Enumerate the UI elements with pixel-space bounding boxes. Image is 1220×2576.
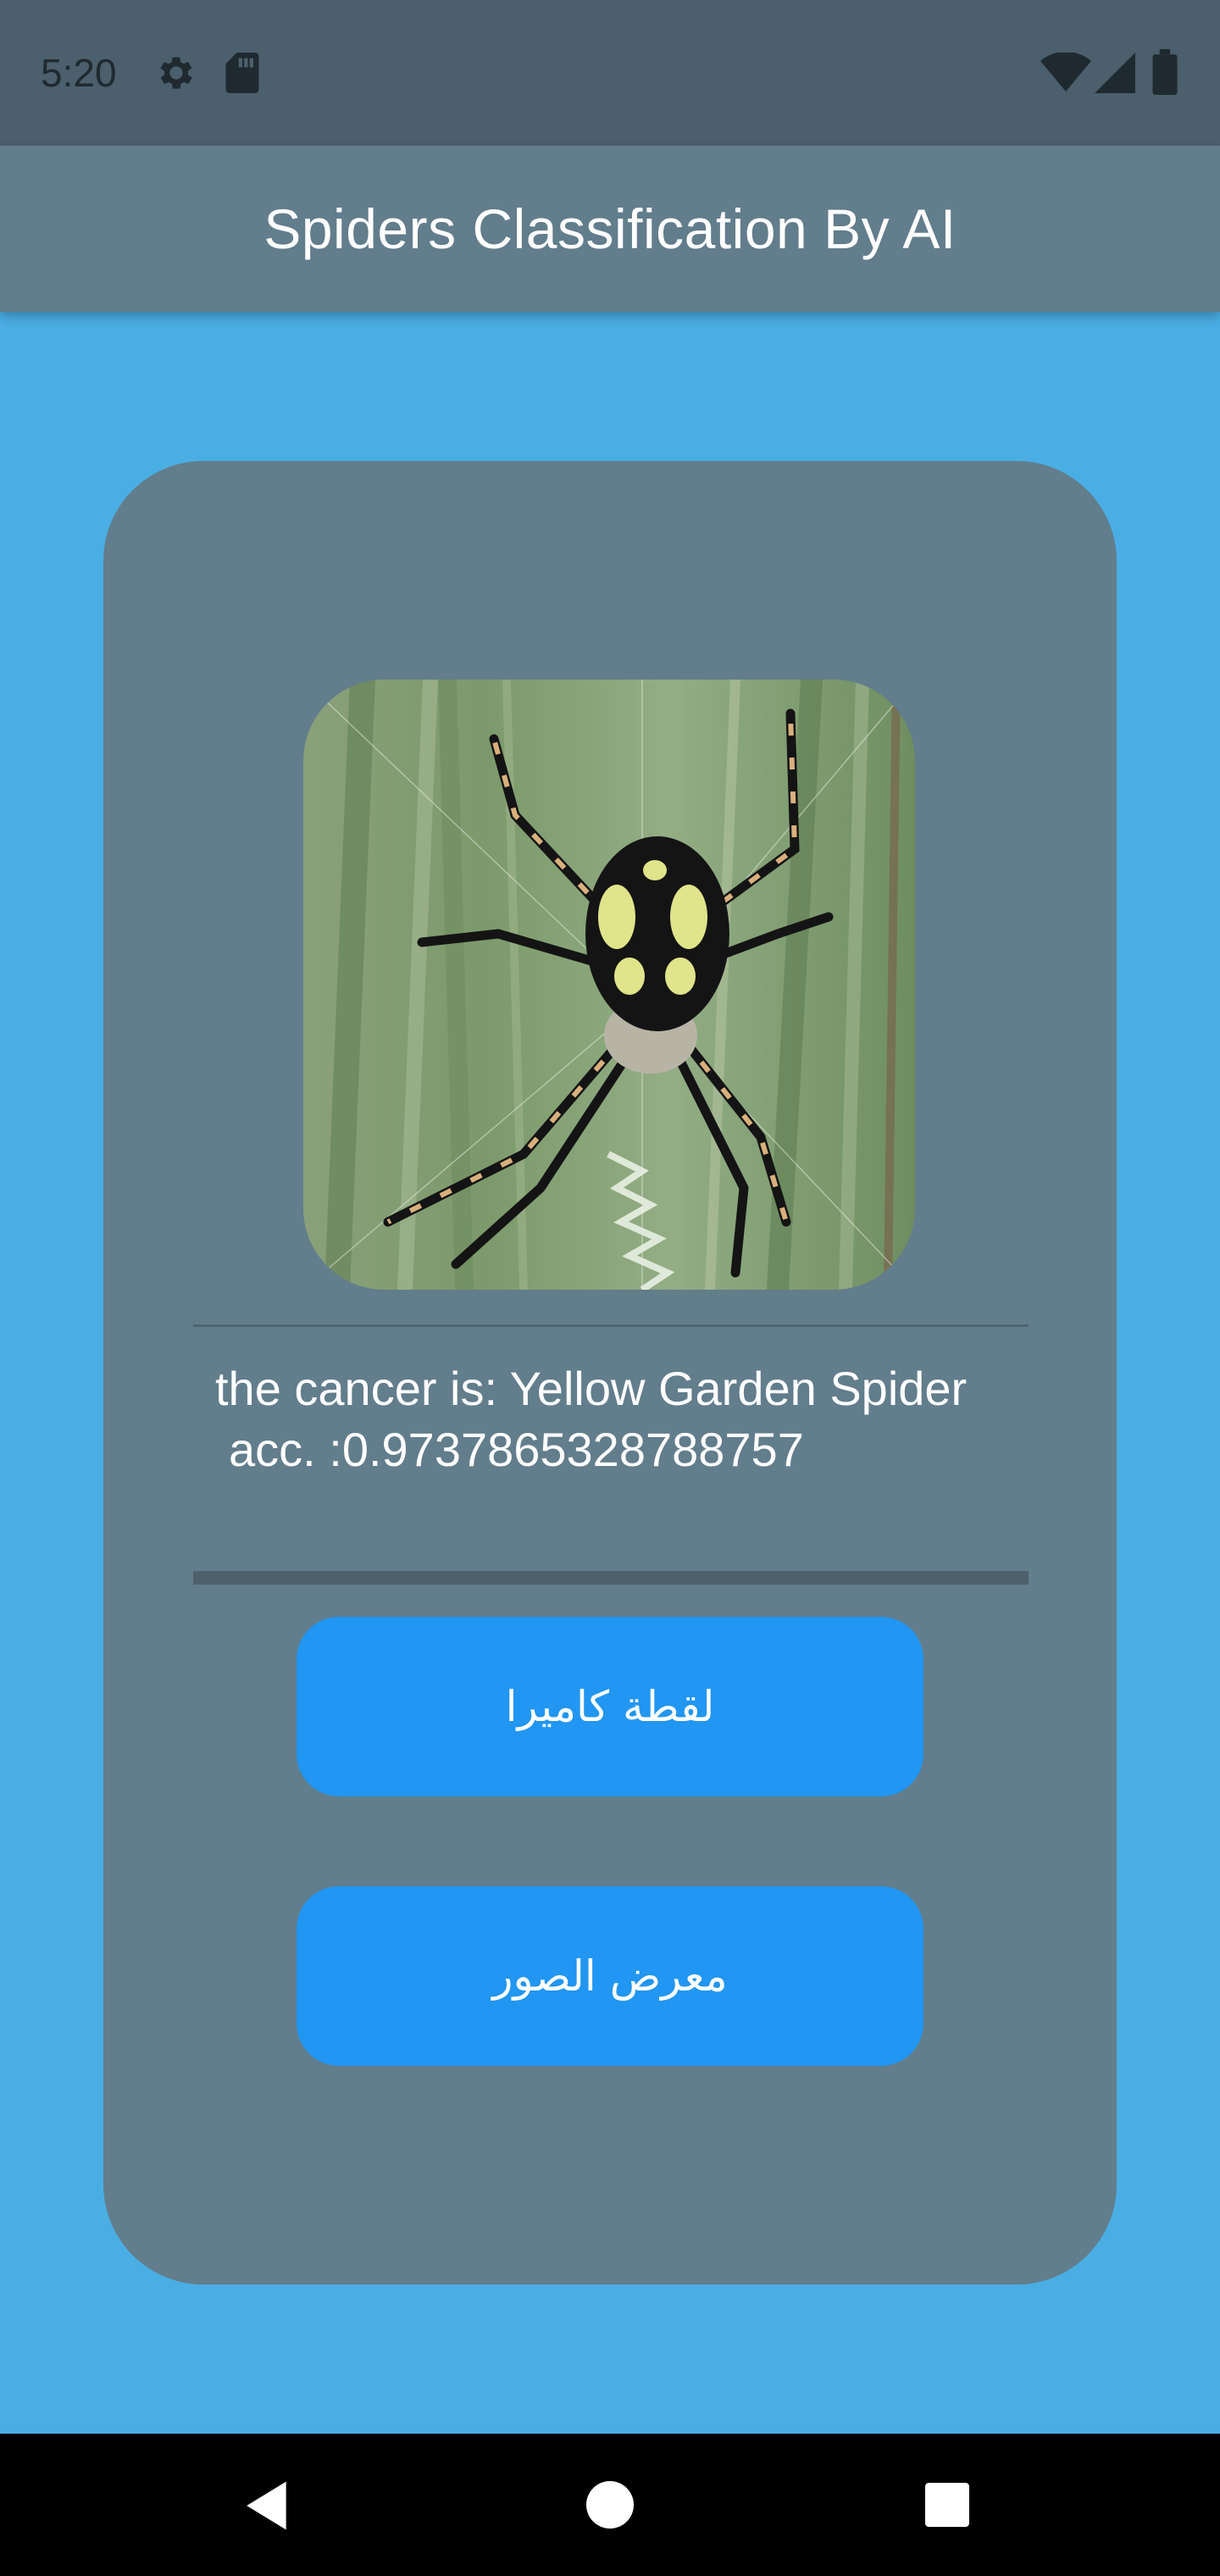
spider-photo: [303, 680, 915, 1290]
signal-icon: [1095, 53, 1135, 93]
recents-icon[interactable]: [925, 2483, 969, 2527]
home-icon[interactable]: [586, 2481, 634, 2529]
app-bar: Spiders Classification By AI: [0, 146, 1220, 312]
divider-thick: [193, 1571, 1029, 1585]
battery-icon: [1152, 49, 1178, 95]
sd-card-icon: [225, 53, 259, 93]
app-title: Spiders Classification By AI: [263, 197, 957, 260]
wifi-icon: [1040, 53, 1091, 92]
camera-button[interactable]: لقطة كاميرا: [297, 1617, 923, 1796]
classification-result: the cancer is: Yellow Garden Spider: [215, 1362, 968, 1415]
gallery-button-label: معرض الصور: [492, 1951, 728, 2001]
status-time: 5:20: [41, 51, 117, 95]
back-icon[interactable]: [242, 2479, 295, 2532]
status-bar: 5:20: [0, 0, 1220, 146]
gallery-button[interactable]: معرض الصور: [297, 1886, 923, 2066]
accuracy-value: acc. :0.9737865328788757: [229, 1423, 804, 1476]
divider: [193, 1324, 1029, 1327]
gear-icon: [160, 57, 192, 89]
camera-button-label: لقطة كاميرا: [505, 1682, 715, 1731]
